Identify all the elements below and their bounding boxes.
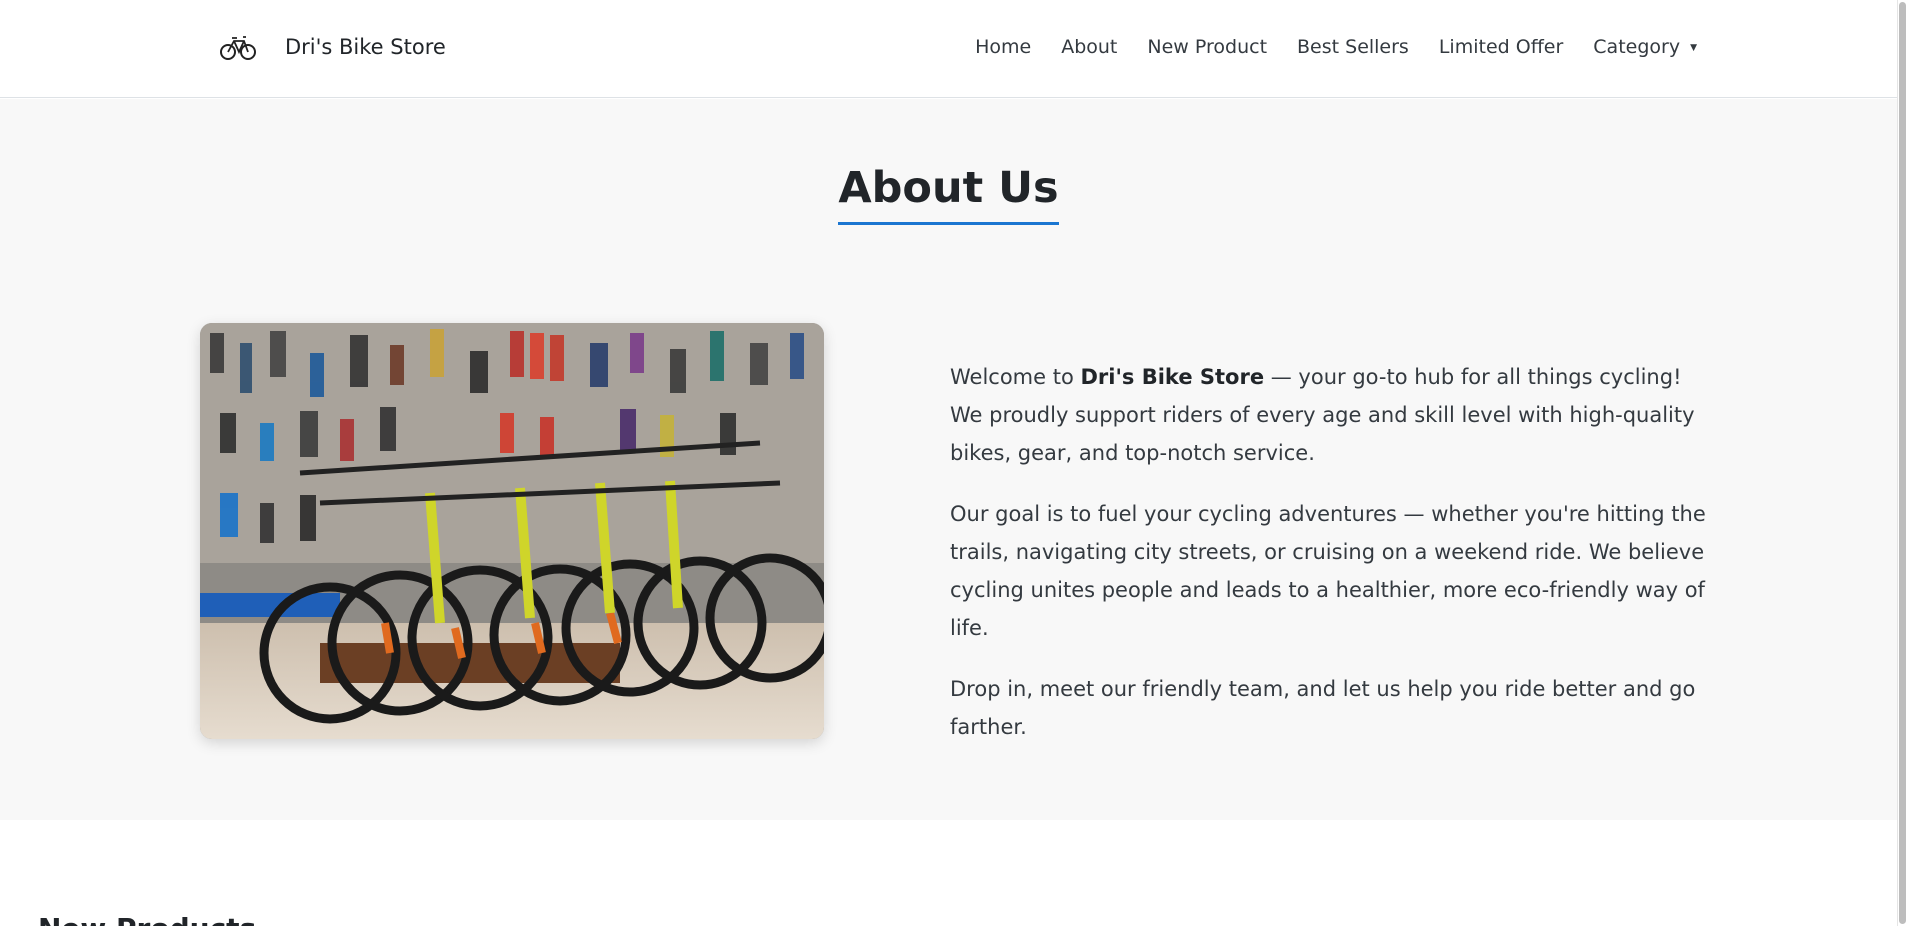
- brand-name: Dri's Bike Store: [285, 35, 446, 59]
- nav-new-product[interactable]: New Product: [1147, 36, 1267, 58]
- bike-shop-photo: [200, 323, 824, 739]
- nav-limited-offer[interactable]: Limited Offer: [1439, 36, 1563, 58]
- nav-category-dropdown[interactable]: Category ▼: [1593, 36, 1697, 58]
- top-navbar: Dri's Bike Store Home About New Product …: [0, 0, 1897, 98]
- new-products-heading: New Products: [38, 912, 256, 926]
- nav-about[interactable]: About: [1061, 36, 1117, 58]
- about-paragraph-3: Drop in, meet our friendly team, and let…: [950, 677, 1696, 739]
- about-paragraph-2: Our goal is to fuel your cycling adventu…: [950, 502, 1706, 640]
- about-title: About Us: [838, 164, 1059, 226]
- about-section: About Us Welcome to Dri's Bike Store — y…: [0, 99, 1897, 820]
- nav-category-label: Category: [1593, 36, 1681, 58]
- caret-down-icon: ▼: [1690, 42, 1697, 53]
- about-p1-prefix: Welcome to: [950, 365, 1081, 389]
- scrollbar-thumb[interactable]: [1899, 2, 1906, 924]
- nav-home[interactable]: Home: [975, 36, 1031, 58]
- about-paragraph-1: Welcome to Dri's Bike Store — your go-to…: [950, 358, 1710, 472]
- about-title-wrap: About Us: [0, 164, 1897, 226]
- brand[interactable]: Dri's Bike Store: [220, 32, 446, 62]
- about-text: Welcome to Dri's Bike Store — your go-to…: [950, 358, 1710, 769]
- bicycle-icon: [220, 36, 256, 60]
- nav-best-sellers[interactable]: Best Sellers: [1297, 36, 1409, 58]
- about-image: [200, 323, 824, 739]
- about-p1-store-name: Dri's Bike Store: [1080, 365, 1265, 389]
- main-nav: Home About New Product Best Sellers Limi…: [975, 36, 1697, 58]
- scrollbar[interactable]: [1897, 0, 1908, 926]
